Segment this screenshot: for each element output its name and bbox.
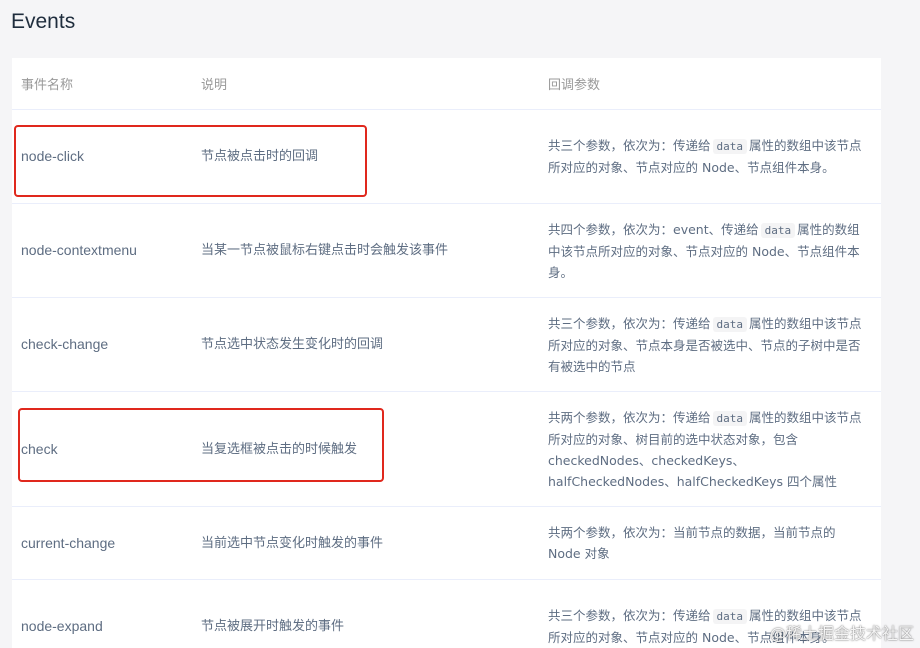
event-params: 共两个参数，依次为：传递给 data 属性的数组中该节点所对应的对象、树目前的选中状… xyxy=(539,391,881,507)
column-header-event-name: 事件名称 xyxy=(12,58,192,110)
params-text: 共三个参数，依次为：传递给 xyxy=(548,315,711,331)
column-header-description: 说明 xyxy=(192,58,539,110)
params-text: 共三个参数，依次为：传递给 xyxy=(548,138,711,153)
event-description: 当某一节点被鼠标右键点击时会触发该事件 xyxy=(192,203,539,298)
table-row: node-expand 节点被展开时触发的事件 共三个参数，依次为：传递给 dat… xyxy=(12,579,881,648)
event-description: 节点选中状态发生变化时的回调 xyxy=(192,297,539,392)
watermark: @稀土掘金技术社区 xyxy=(769,624,914,643)
highlight-box-check xyxy=(18,408,384,482)
table-row: node-contextmenu 当某一节点被鼠标右键点击时会触发该事件 共四个… xyxy=(12,203,881,298)
inline-code: data xyxy=(712,316,748,332)
inline-code: data xyxy=(712,139,748,154)
table-row: current-change 当前选中节点变化时触发的事件 共两个参数，依次为：… xyxy=(12,506,881,580)
event-description: 节点被展开时触发的事件 xyxy=(192,579,539,648)
params-text: 共两个参数，依次为：传递给 xyxy=(548,409,711,425)
inline-code: data xyxy=(712,410,748,426)
column-header-callback-params: 回调参数 xyxy=(539,58,881,110)
page-title: Events xyxy=(11,10,76,33)
params-text: 共三个参数，依次为：传递给 xyxy=(548,608,711,623)
table-row: check-change 节点选中状态发生变化时的回调 共三个参数，依次为：传递… xyxy=(12,297,881,392)
page: Events 事件名称 说明 回调参数 node-click 节点被点击时的回调… xyxy=(0,0,920,648)
highlight-box-node-click xyxy=(14,125,367,197)
event-name: node-contextmenu xyxy=(12,203,192,298)
event-params: 共三个参数，依次为：传递给 data 属性的数组中该节点所对应的对象、节点对应的 N… xyxy=(539,109,881,204)
event-name: check-change xyxy=(12,297,192,392)
inline-code: data xyxy=(712,609,748,624)
event-description: 当前选中节点变化时触发的事件 xyxy=(192,506,539,580)
params-text: 共四个参数，依次为：event、传递给 xyxy=(548,221,759,237)
event-params: 共三个参数，依次为：传递给 data 属性的数组中该节点所对应的对象、节点本身是否被… xyxy=(539,297,881,392)
event-name: node-expand xyxy=(12,579,192,648)
inline-code: data xyxy=(760,222,796,238)
params-text: 共两个参数，依次为：当前节点的数据，当前节点的 Node 对象 xyxy=(548,525,836,561)
event-params: 共四个参数，依次为：event、传递给 data 属性的数组中该节点所对应的对象、节… xyxy=(539,203,881,298)
event-name: current-change xyxy=(12,506,192,580)
table-header-row: 事件名称 说明 回调参数 xyxy=(12,58,881,110)
event-params: 共两个参数，依次为：当前节点的数据，当前节点的 Node 对象 xyxy=(539,506,881,580)
